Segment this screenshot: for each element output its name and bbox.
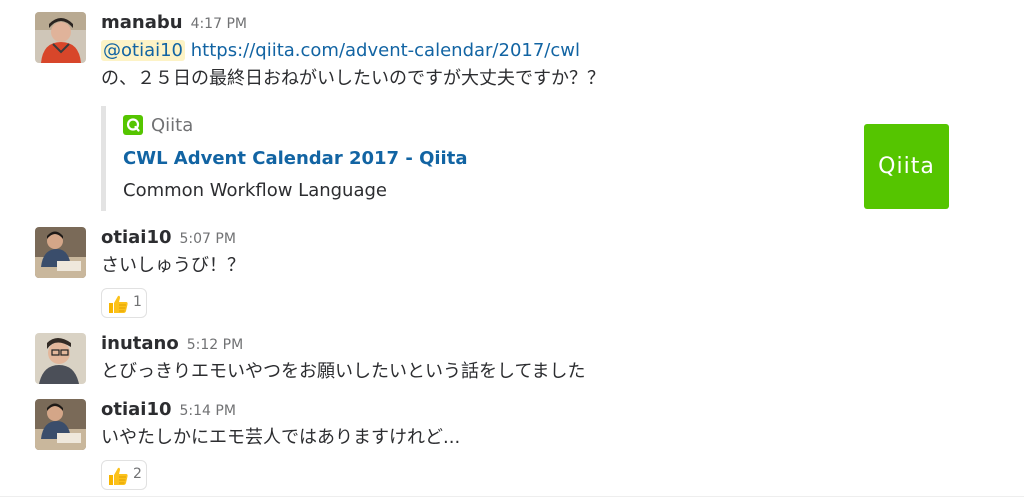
- reaction-count: 2: [133, 466, 142, 482]
- username[interactable]: otiai10: [101, 399, 172, 420]
- avatar[interactable]: [35, 333, 86, 384]
- reaction-count: 1: [133, 294, 142, 310]
- username[interactable]: manabu: [101, 12, 183, 33]
- qiita-icon: [123, 114, 143, 135]
- attachment-description: Common Workflow Language: [123, 180, 387, 201]
- reaction-thumbs-up[interactable]: 2: [101, 460, 147, 490]
- divider: [0, 496, 1024, 497]
- avatar[interactable]: [35, 399, 86, 450]
- message-text: の、２５日の最終日おねがいしたいのですが大丈夫ですか？？: [101, 68, 605, 89]
- timestamp[interactable]: 5:14 PM: [180, 403, 236, 419]
- user-mention[interactable]: @otiai10: [101, 40, 186, 61]
- thumbs-up-icon: [107, 465, 129, 487]
- timestamp[interactable]: 5:12 PM: [187, 337, 243, 353]
- thumbs-up-icon: [107, 293, 129, 315]
- message-text: いやたしかにエモ芸人ではありますけれど...: [101, 427, 461, 448]
- attachment-service-name: Qiita: [151, 115, 194, 136]
- link-unfurl-attachment: Qiita CWL Advent Calendar 2017 - Qiita C…: [101, 106, 949, 211]
- avatar[interactable]: [35, 12, 86, 63]
- attachment-service: Qiita: [123, 114, 194, 137]
- attachment-thumbnail[interactable]: Qiita: [864, 124, 949, 209]
- message-text: とびっきりエモいやつをお願いしたいという話をしてました: [101, 361, 586, 382]
- attachment-title-link[interactable]: CWL Advent Calendar 2017 - Qiita: [123, 148, 467, 169]
- message-link[interactable]: https://qiita.com/advent-calendar/2017/c…: [191, 40, 580, 61]
- message-text: さいしゅうび！？: [101, 255, 245, 276]
- timestamp[interactable]: 5:07 PM: [180, 231, 236, 247]
- username[interactable]: otiai10: [101, 227, 172, 248]
- reaction-thumbs-up[interactable]: 1: [101, 288, 147, 318]
- username[interactable]: inutano: [101, 333, 179, 354]
- timestamp[interactable]: 4:17 PM: [191, 16, 247, 32]
- avatar[interactable]: [35, 227, 86, 278]
